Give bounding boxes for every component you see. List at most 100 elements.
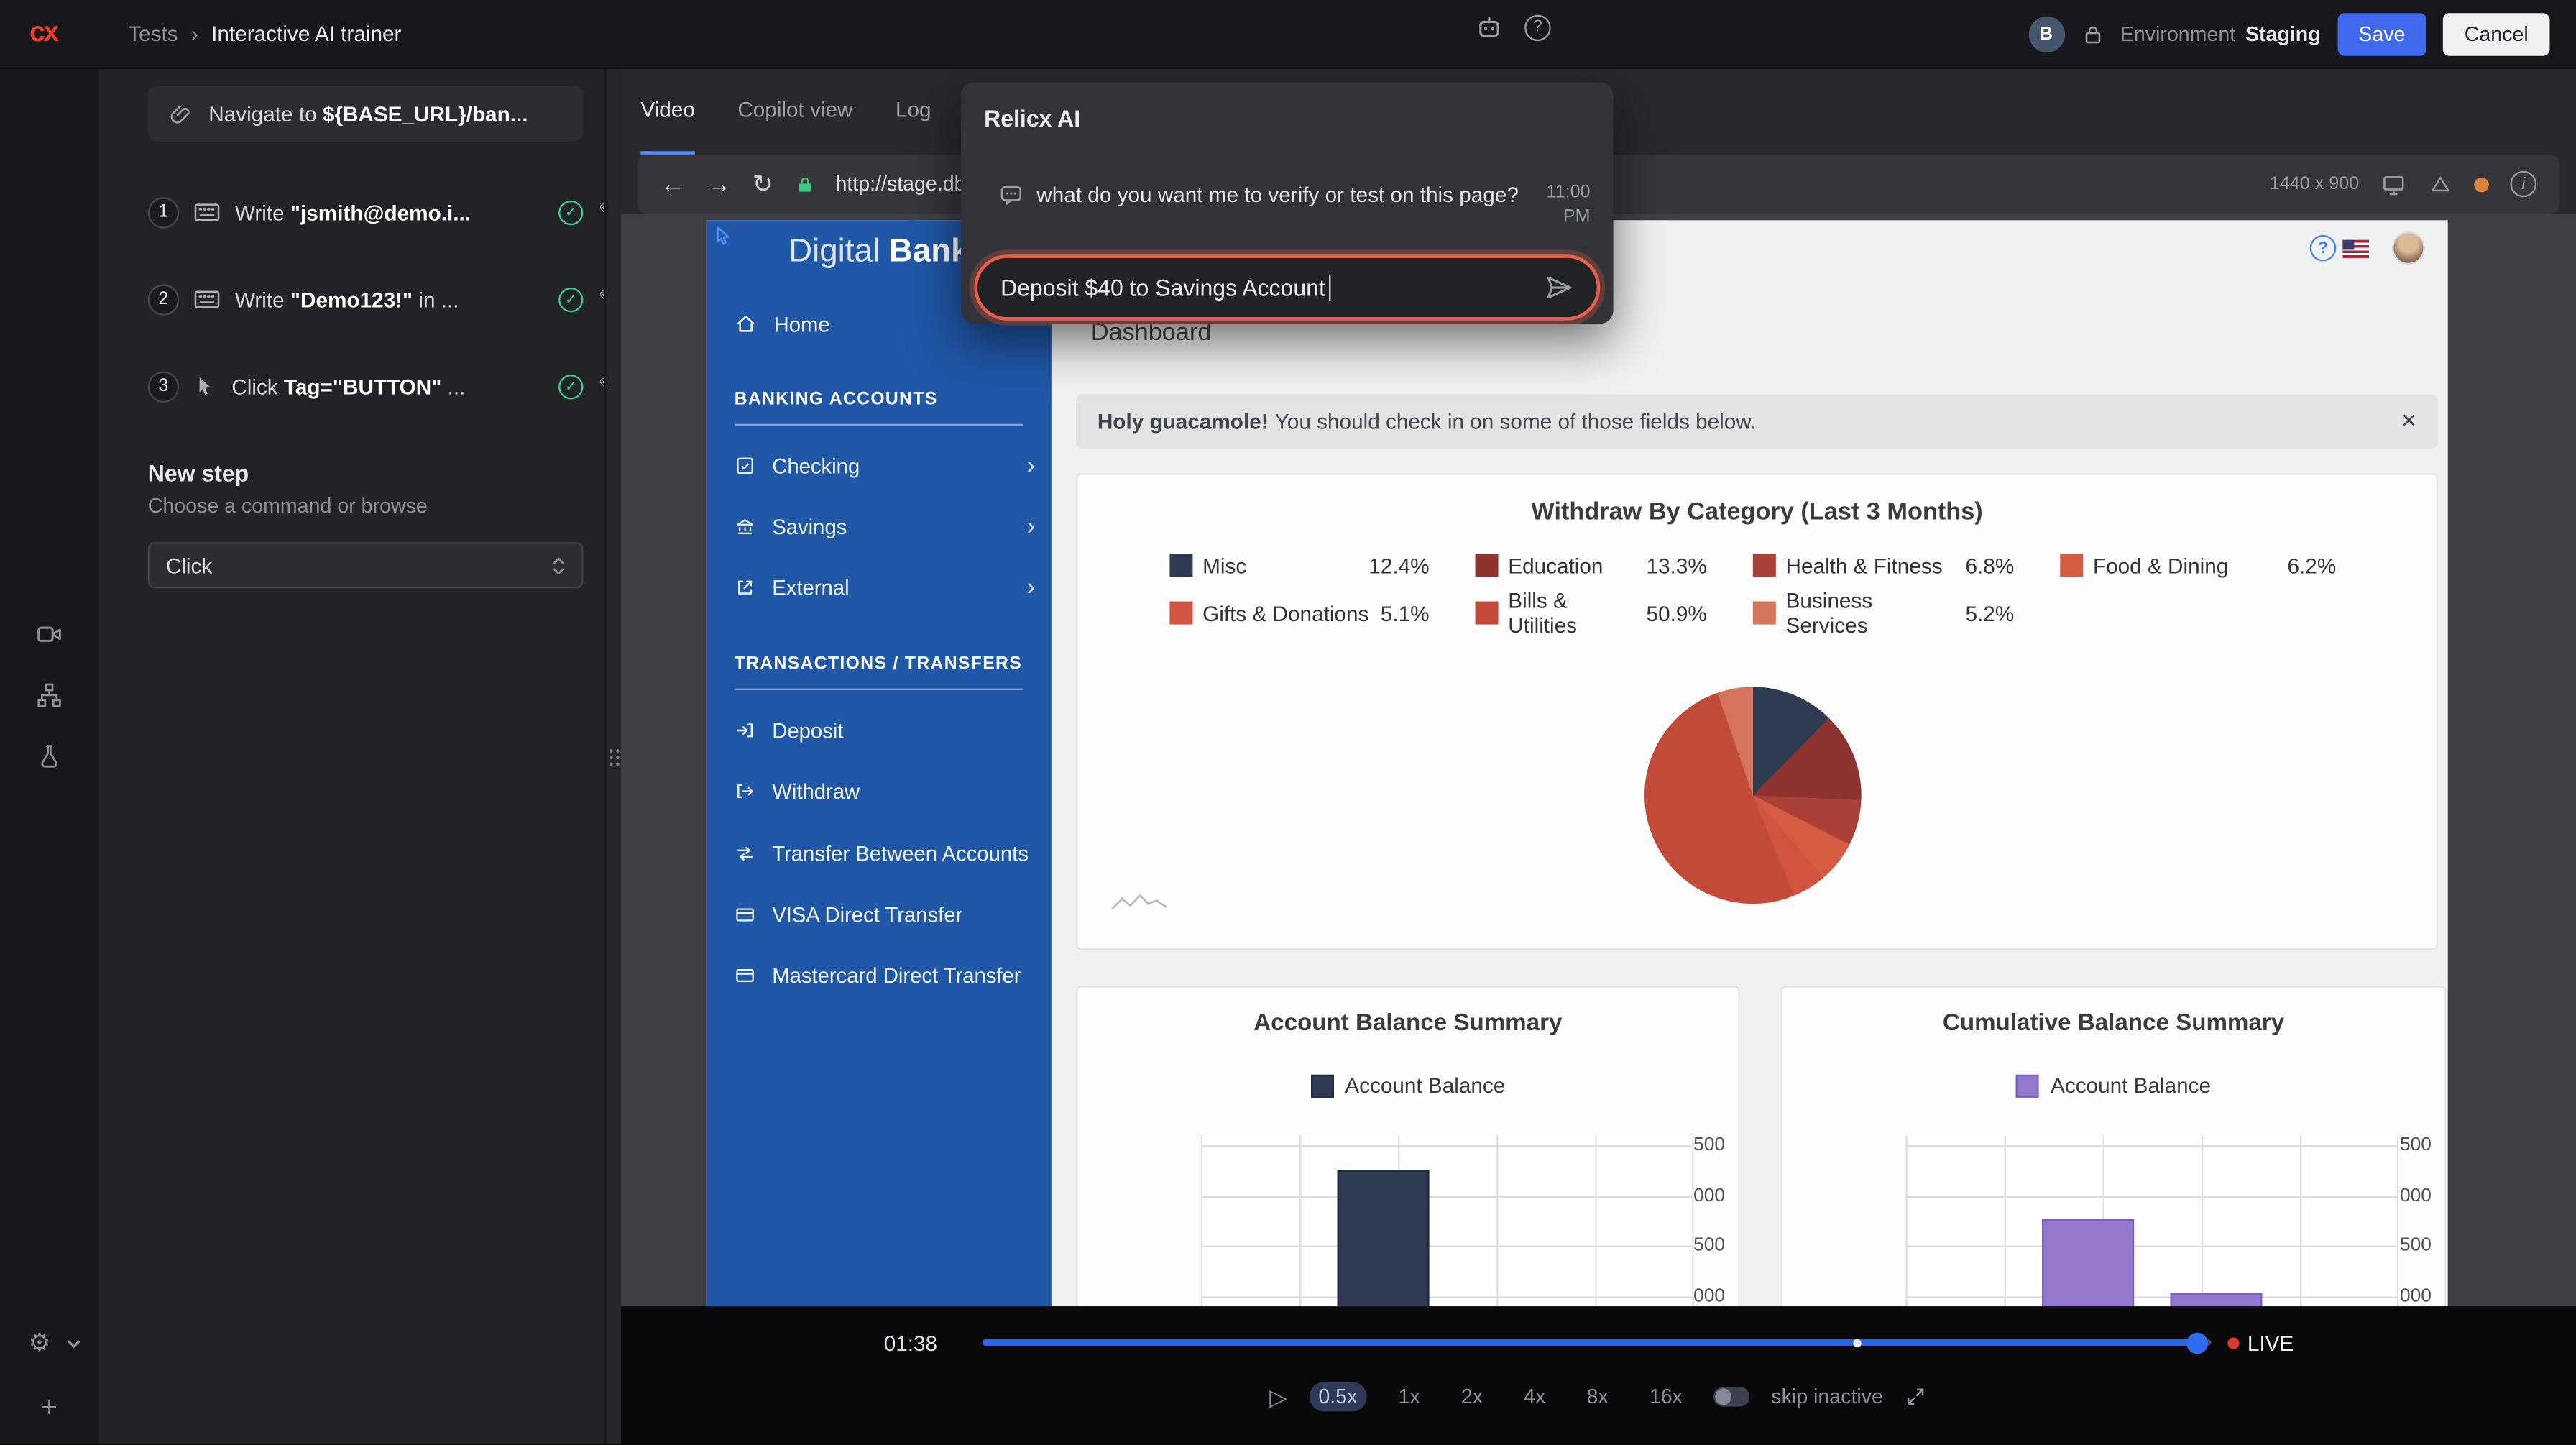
speed-option[interactable]: 4x bbox=[1514, 1382, 1555, 1411]
drag-dots-icon bbox=[609, 749, 619, 766]
navigate-step-label: Navigate to ${BASE_URL}/ban... bbox=[208, 101, 528, 126]
ssl-lock-icon bbox=[794, 173, 814, 195]
sign-out-icon bbox=[735, 780, 756, 802]
legend-item[interactable]: Bills & Utilities50.9% bbox=[1476, 595, 1753, 630]
tab-video[interactable]: Video bbox=[640, 69, 694, 155]
bank-help-icon[interactable]: ? bbox=[2310, 235, 2337, 262]
legend-item[interactable]: Education13.3% bbox=[1476, 547, 1753, 583]
check-square-icon bbox=[735, 454, 756, 476]
transfer-arrows-icon bbox=[735, 842, 756, 863]
legend-item[interactable]: Health & Fitness6.8% bbox=[1753, 547, 2060, 583]
progress-scrubber[interactable] bbox=[2186, 1332, 2208, 1354]
bank-nav-external[interactable]: External› bbox=[735, 567, 1035, 607]
panel-resize-handle[interactable] bbox=[604, 69, 621, 1445]
collapse-chevron-icon[interactable] bbox=[65, 1338, 82, 1351]
legend-swatch bbox=[1310, 1074, 1333, 1097]
speed-option[interactable]: 0.5x bbox=[1309, 1382, 1367, 1411]
environment-label: Environment bbox=[2120, 23, 2235, 46]
legend-swatch bbox=[1476, 602, 1499, 625]
bank-nav-visa-transfer[interactable]: VISA Direct Transfer bbox=[735, 894, 1035, 933]
info-icon[interactable]: i bbox=[2511, 171, 2537, 198]
play-icon[interactable]: ▷ bbox=[1269, 1385, 1287, 1408]
send-icon[interactable] bbox=[1545, 275, 1574, 301]
withdraw-category-card: Withdraw By Category (Last 3 Months) Mis… bbox=[1076, 473, 2438, 950]
video-cursor-icon bbox=[713, 225, 735, 248]
test-step-row[interactable]: 2 Write "Demo123!" in ... ✓ ✎ bbox=[148, 271, 616, 327]
bank-nav-withdraw[interactable]: Withdraw bbox=[735, 771, 1035, 810]
test-step-row[interactable]: 1 Write "jsmith@demo.i... ✓ ✎ bbox=[148, 184, 616, 240]
back-icon[interactable]: ← bbox=[661, 172, 685, 196]
triangle-icon[interactable] bbox=[2428, 173, 2452, 196]
legend-item[interactable]: Business Services5.2% bbox=[1753, 595, 2060, 630]
bank-nav-checking[interactable]: Checking› bbox=[735, 445, 1035, 485]
bar-legend[interactable]: Account Balance bbox=[1782, 1073, 2444, 1098]
workflow-icon[interactable] bbox=[36, 682, 63, 709]
command-select[interactable]: Click bbox=[148, 542, 584, 588]
user-avatar[interactable]: B bbox=[2028, 17, 2064, 52]
add-plus-icon[interactable]: + bbox=[41, 1393, 58, 1421]
breadcrumb: Tests › Interactive AI trainer bbox=[128, 22, 401, 46]
ai-popup-title: Relicx AI bbox=[984, 105, 1080, 132]
chevron-right-icon: › bbox=[1027, 453, 1035, 477]
skip-inactive-toggle[interactable] bbox=[1714, 1387, 1749, 1406]
step-success-icon: ✓ bbox=[558, 200, 583, 224]
legend-item[interactable]: Misc12.4% bbox=[1169, 547, 1475, 583]
section-divider bbox=[735, 424, 1024, 426]
speed-option[interactable]: 16x bbox=[1639, 1382, 1692, 1411]
pie-legend-row: Gifts & Donations5.1% Bills & Utilities5… bbox=[1169, 595, 2419, 630]
step-number-badge: 1 bbox=[148, 196, 179, 227]
speed-option[interactable]: 1x bbox=[1389, 1382, 1430, 1411]
environment-value[interactable]: Staging bbox=[2245, 23, 2321, 46]
app-root: cx Tests › Interactive AI trainer ? B En… bbox=[0, 0, 2576, 1445]
video-camera-icon[interactable] bbox=[35, 621, 63, 648]
us-flag-icon[interactable] bbox=[2342, 240, 2369, 258]
tab-log[interactable]: Log bbox=[896, 69, 932, 155]
alert-close-icon[interactable]: × bbox=[2401, 408, 2416, 435]
video-playback-area[interactable]: Digital Bank Home BANKING ACCOUNTS bbox=[621, 214, 2576, 1306]
refresh-icon[interactable]: ↻ bbox=[753, 172, 773, 196]
step-label: Write "Demo123!" in ... bbox=[235, 287, 544, 311]
speed-option[interactable]: 2x bbox=[1451, 1382, 1493, 1411]
legend-item[interactable]: Gifts & Donations5.1% bbox=[1169, 595, 1475, 630]
legend-swatch bbox=[1753, 554, 1776, 577]
topbar-center-icons: ? bbox=[1476, 13, 1551, 41]
sign-in-icon bbox=[735, 719, 756, 740]
test-step-row[interactable]: 3 Click Tag="BUTTON" ... ✓ ✎ bbox=[148, 358, 616, 414]
live-dot-icon bbox=[2227, 1338, 2239, 1349]
chrome-right-icons: 1440 x 900 i bbox=[2270, 171, 2536, 198]
save-button[interactable]: Save bbox=[2337, 13, 2427, 55]
settings-gear-icon[interactable]: ⚙ bbox=[28, 1331, 50, 1355]
bank-nav-mastercard-transfer[interactable]: Mastercard Direct Transfer bbox=[735, 955, 1035, 994]
bot-icon[interactable] bbox=[1476, 13, 1504, 41]
progress-bar[interactable] bbox=[983, 1339, 2212, 1346]
legend-swatch bbox=[2060, 554, 2083, 577]
flask-icon[interactable] bbox=[36, 743, 63, 769]
forward-icon[interactable]: → bbox=[707, 172, 731, 196]
bank-nav-savings[interactable]: Savings› bbox=[735, 506, 1035, 546]
bank-user-avatar[interactable] bbox=[2392, 231, 2425, 265]
bank-sidebar: Digital Bank Home BANKING ACCOUNTS bbox=[707, 220, 1052, 1306]
bar-legend[interactable]: Account Balance bbox=[1077, 1073, 1738, 1098]
bank-nav-transfer[interactable]: Transfer Between Accounts bbox=[735, 833, 1035, 873]
cancel-button[interactable]: Cancel bbox=[2443, 13, 2549, 55]
tab-copilot-view[interactable]: Copilot view bbox=[737, 69, 852, 155]
credit-card-icon bbox=[735, 964, 756, 986]
bank-nav-deposit[interactable]: Deposit bbox=[735, 710, 1035, 749]
playback-controls: ▷ 0.5x 1x 2x 4x 8x 16x skip inactive bbox=[621, 1382, 2576, 1411]
account-balance-card: Account Balance Summary Account Balance … bbox=[1076, 986, 1739, 1306]
ai-prompt-input[interactable]: Deposit $40 to Savings Account bbox=[974, 254, 1600, 320]
bank-section-transactions: TRANSACTIONS / TRANSFERS bbox=[735, 654, 1022, 674]
breadcrumb-tests-link[interactable]: Tests bbox=[128, 22, 178, 46]
navigate-step[interactable]: Navigate to ${BASE_URL}/ban... bbox=[148, 86, 584, 142]
video-player-bar: 01:38 LIVE ▷ 0.5x 1x 2x 4x 8x 16x skip i… bbox=[621, 1306, 2576, 1445]
speed-option[interactable]: 8x bbox=[1577, 1382, 1619, 1411]
monitor-icon[interactable] bbox=[2380, 172, 2407, 196]
record-icon[interactable] bbox=[2474, 177, 2489, 192]
fullscreen-icon[interactable] bbox=[1905, 1385, 1928, 1408]
legend-item[interactable]: Food & Dining6.2% bbox=[2060, 547, 2382, 583]
progress-fill bbox=[983, 1339, 2198, 1346]
legend-swatch bbox=[1169, 554, 1192, 577]
help-icon[interactable]: ? bbox=[1524, 14, 1551, 40]
live-label[interactable]: LIVE bbox=[2248, 1331, 2294, 1355]
test-steps-panel: Navigate to ${BASE_URL}/ban... 1 Write "… bbox=[98, 69, 604, 1445]
